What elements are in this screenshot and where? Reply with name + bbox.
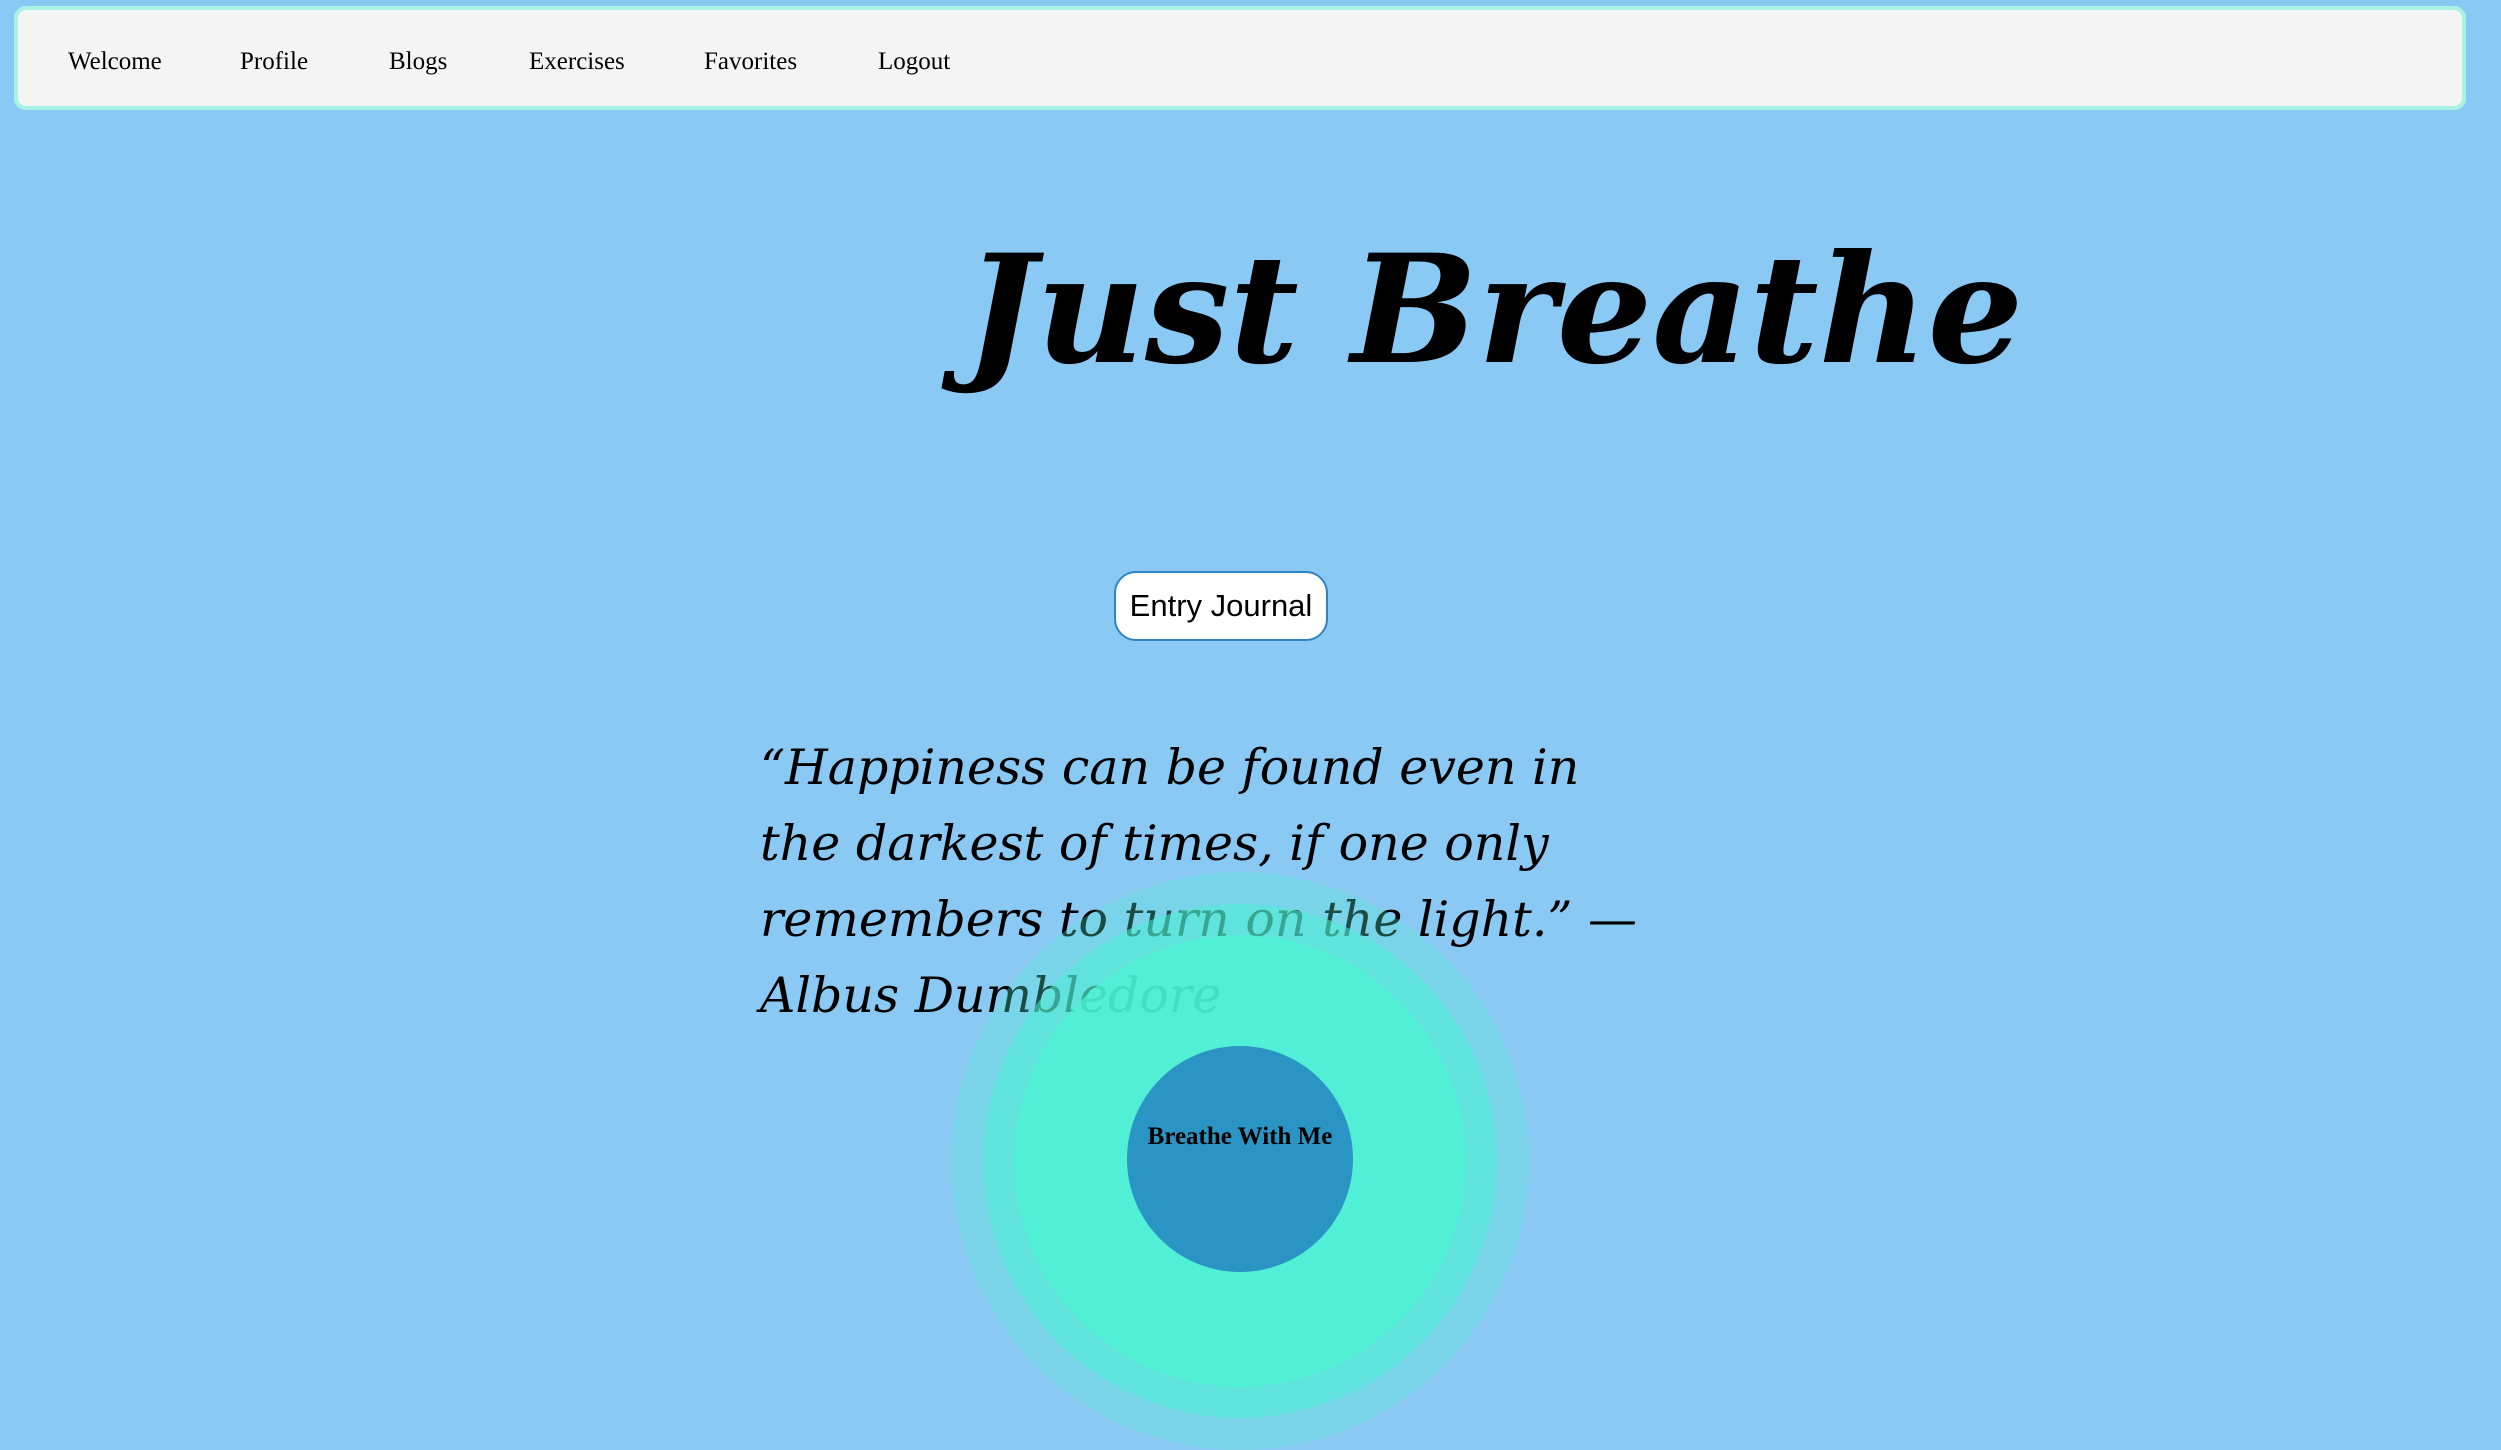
nav-item-exercises[interactable]: Exercises	[529, 10, 625, 114]
nav-item-favorites[interactable]: Favorites	[704, 10, 797, 114]
nav-item-blogs[interactable]: Blogs	[389, 10, 447, 114]
entry-journal-button[interactable]: Entry Journal	[1114, 571, 1328, 641]
nav-item-logout[interactable]: Logout	[878, 10, 950, 114]
nav-item-profile[interactable]: Profile	[240, 10, 308, 114]
breathe-with-me-button[interactable]: Breathe With Me	[1127, 1046, 1353, 1272]
nav-item-welcome[interactable]: Welcome	[68, 10, 162, 114]
page-title: Just Breathe	[965, 222, 2024, 398]
breathe-with-me-label: Breathe With Me	[1147, 1123, 1333, 1150]
top-navbar: Welcome Profile Blogs Exercises Favorite…	[14, 6, 2466, 110]
